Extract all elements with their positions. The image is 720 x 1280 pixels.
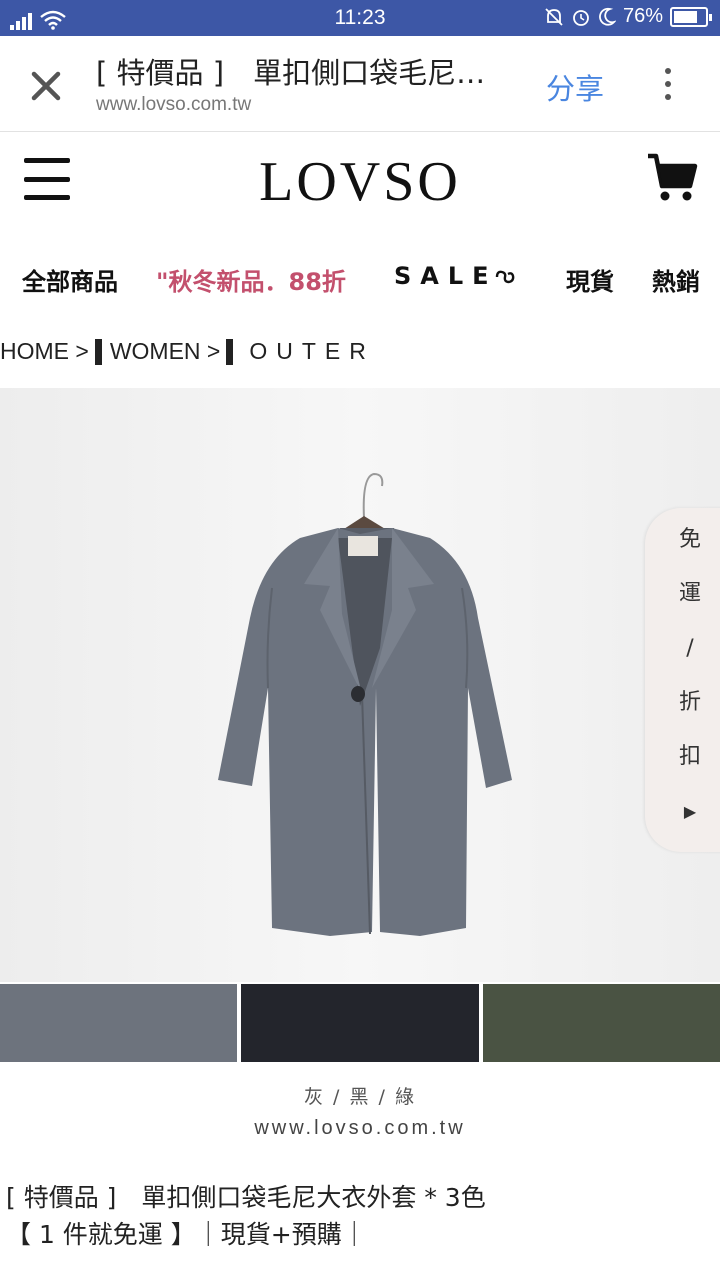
swatch-grey[interactable]	[0, 984, 238, 1062]
coat-illustration	[0, 388, 720, 982]
side-tab-char: 免	[678, 527, 701, 552]
nav-sale[interactable]: SALE	[394, 262, 516, 290]
nav-best-sellers[interactable]: 熱銷	[652, 262, 700, 297]
site-logo[interactable]: LOVSO	[0, 150, 720, 214]
moon-icon	[599, 7, 616, 26]
product-title: [ 特價品 ] 單扣側口袋毛尼大衣外套 * 3色	[6, 1183, 486, 1212]
breadcrumb-home[interactable]: HOME >	[0, 338, 89, 365]
swatch-green[interactable]	[482, 984, 720, 1062]
product-image[interactable]	[0, 388, 720, 982]
free-shipping-tab[interactable]: 免 運 / 折 扣 ▶	[645, 508, 720, 852]
swatch-black[interactable]	[241, 984, 479, 1062]
alarm-icon	[573, 9, 589, 26]
breadcrumb-outer[interactable]: OUTER	[249, 338, 375, 365]
browser-toolbar: [ 特價品 ] 單扣側口袋毛尼… www.lovso.com.tw 分享	[0, 36, 720, 132]
play-arrow-icon: ▶	[683, 801, 697, 821]
share-button[interactable]: 分享	[546, 66, 604, 108]
breadcrumb-divider	[94, 338, 102, 365]
side-tab-char: /	[686, 635, 694, 661]
more-vert-icon[interactable]	[650, 62, 686, 106]
mute-bell-icon	[545, 7, 563, 26]
breadcrumb: HOME > WOMEN > OUTER	[0, 338, 375, 365]
battery-fill	[674, 10, 697, 23]
side-tab-char: 運	[678, 581, 701, 607]
sale-swirl-icon	[495, 270, 514, 284]
side-tab-char: 扣	[678, 744, 701, 770]
site-caption: www.lovso.com.tw	[254, 1117, 466, 1139]
product-subtitle: 【 1 件就免運 】｜現貨+預購｜	[6, 1220, 367, 1249]
side-tab-char: 折	[678, 689, 701, 715]
status-right: 76%	[544, 5, 712, 28]
colors-caption: 灰 / 黑 / 綠	[304, 1086, 416, 1108]
nav-new-arrivals[interactable]: "秋冬新品．88折	[156, 262, 346, 297]
close-icon[interactable]	[22, 62, 70, 110]
breadcrumb-divider	[226, 338, 234, 365]
category-nav: 全部商品 "秋冬新品．88折 SALE 現貨 熱銷	[0, 258, 720, 302]
breadcrumb-women[interactable]: WOMEN >	[110, 338, 221, 365]
nav-sale-label: SALE	[394, 262, 498, 290]
battery-percent: 76%	[622, 5, 663, 27]
nav-in-stock[interactable]: 現貨	[566, 262, 614, 297]
status-bar: 11:23 76%	[0, 0, 720, 36]
battery-icon	[670, 6, 712, 27]
nav-all-products[interactable]: 全部商品	[22, 262, 118, 297]
page-url[interactable]: www.lovso.com.tw	[96, 94, 251, 116]
color-swatches	[0, 984, 720, 1062]
cart-icon[interactable]	[646, 150, 698, 206]
page-title: [ 特價品 ] 單扣側口袋毛尼…	[96, 56, 486, 90]
